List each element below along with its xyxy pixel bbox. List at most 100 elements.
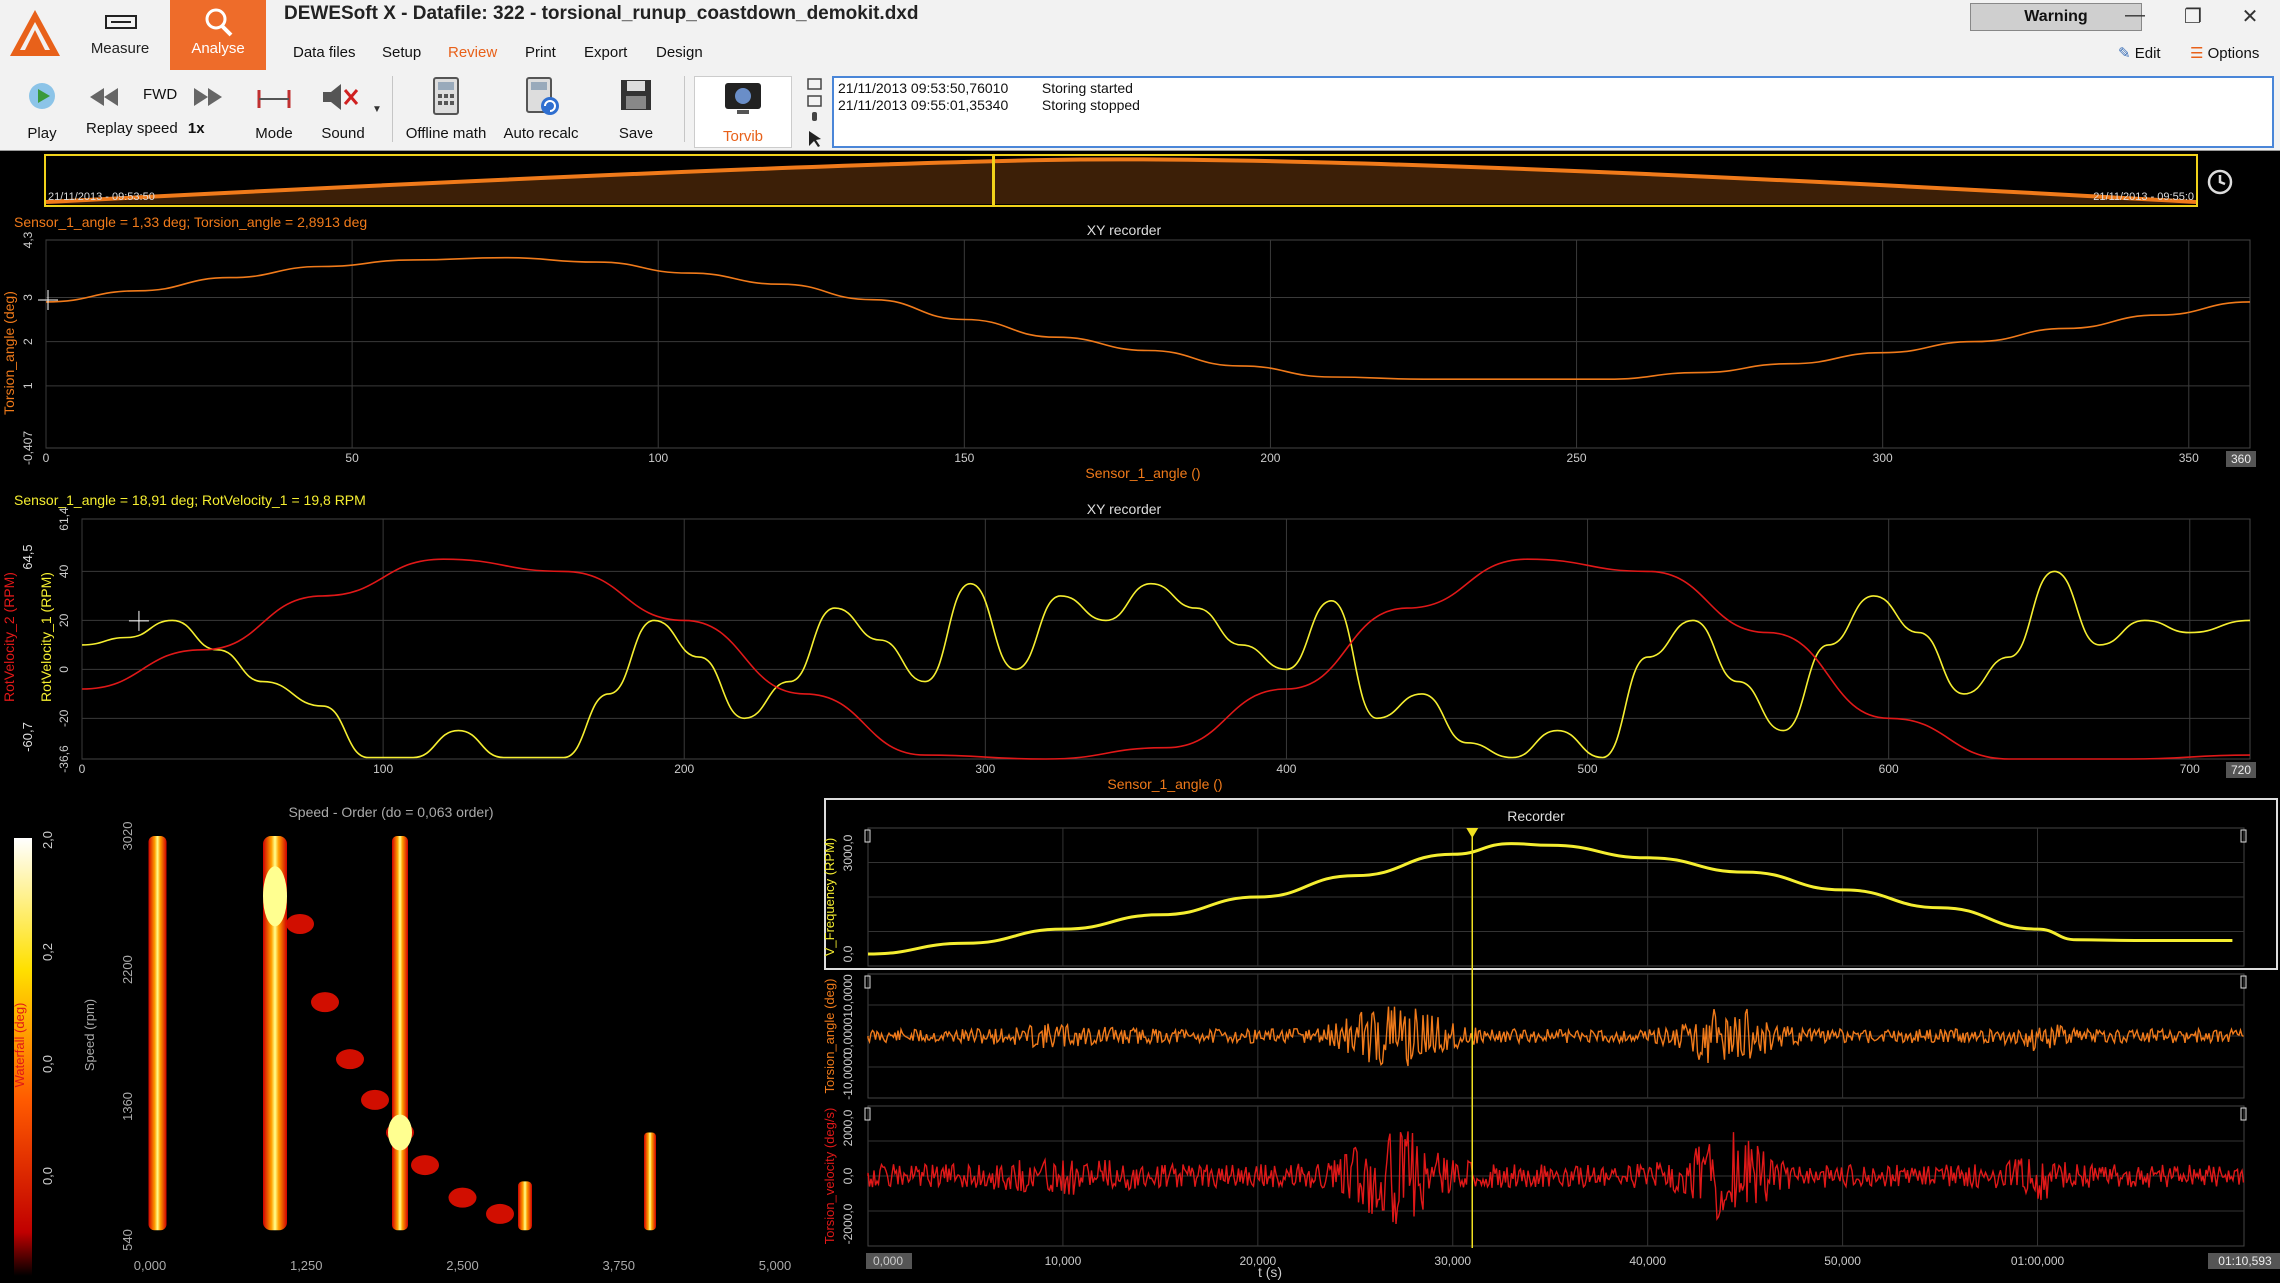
xy1-xmax-label: 360	[2231, 452, 2251, 466]
menu-setup[interactable]: Setup	[382, 44, 421, 61]
sound-button[interactable]: Sound	[313, 76, 373, 142]
auto-recalc-button[interactable]: Auto recalc	[498, 76, 584, 142]
xy2-title: XY recorder	[1087, 501, 1162, 517]
search-icon	[205, 8, 233, 37]
fwd-label: FWD	[143, 86, 178, 103]
colorbar-tick: 0,2	[40, 943, 55, 961]
sound-label: Sound	[321, 125, 365, 142]
event-log[interactable]: 21/11/2013 09:53:50,76010 Storing starte…	[832, 76, 2274, 148]
xy1-x-tick: 200	[1260, 451, 1280, 465]
recorder-y-tick: 0,0	[841, 945, 855, 962]
options-label: Options	[2207, 45, 2260, 62]
waterfall-x-tick: 2,500	[446, 1258, 479, 1273]
xy2-y-axis-label-2: RotVelocity_2 (RPM)	[1, 572, 17, 702]
sound-dropdown-icon[interactable]: ▼	[372, 104, 382, 115]
xy2-x-tick: 700	[2180, 762, 2200, 776]
clock-icon[interactable]	[2206, 168, 2234, 196]
xy1-y-tick: -0,407	[21, 431, 35, 465]
speaker-muted-icon	[323, 84, 359, 110]
colorbar-tick: 0,0	[40, 1055, 55, 1073]
xy2-x-tick: 500	[1578, 762, 1598, 776]
waterfall-colorbar-label: Waterfall (deg)	[12, 1003, 27, 1088]
waterfall-x-tick: 3,750	[602, 1258, 635, 1273]
event-tool-icons[interactable]	[806, 76, 824, 148]
options-button[interactable]: ☰ Options	[2190, 44, 2259, 62]
waterfall-y-tick: 2200	[120, 955, 135, 984]
xy1-crosshair-icon	[38, 290, 58, 310]
xy2-xmax-label: 720	[2231, 763, 2251, 777]
waterfall-resonance-band	[336, 1049, 364, 1070]
xy2-y2-tick: -60,7	[20, 722, 35, 752]
recorder-x-tick: 0,000	[873, 1254, 903, 1268]
overview-strip[interactable]: 21/11/2013 - 09:53:50 21/11/2013 - 09:55…	[44, 154, 2198, 207]
overview-end-time: 21/11/2013 - 09:55:0	[2093, 191, 2194, 203]
recorder-chart[interactable]: Recorder V_Frequency (RPM) 3000,0 0,0 Torsi…	[824, 798, 2280, 1283]
measure-mode-button[interactable]: Measure	[72, 0, 168, 70]
recorder-y-tick: -10,0000	[841, 1052, 855, 1100]
mode-button[interactable]: Mode	[248, 76, 300, 142]
menu-print[interactable]: Print	[525, 44, 556, 61]
edit-button[interactable]: ✎ Edit	[2118, 44, 2161, 62]
keyboard-icon	[105, 15, 137, 29]
offline-math-button[interactable]: Offline math	[400, 76, 492, 142]
event-tools	[806, 76, 824, 148]
overview-cursor[interactable]	[992, 156, 995, 205]
xy2-y-axis-label-1: RotVelocity_1 (RPM)	[38, 572, 54, 702]
menu-data-files[interactable]: Data files	[293, 44, 356, 61]
xy2-chart[interactable]: XY recorder 0 100 200 300 400 500 600 700 72061,…	[0, 497, 2280, 795]
overview-start-time: 21/11/2013 - 09:53:50	[48, 191, 155, 203]
xy2-y-tick: 40	[57, 564, 71, 578]
xy1-x-tick: 0	[43, 451, 50, 465]
xy1-frame	[45, 239, 2251, 449]
recorder-x-axis-label: t (s)	[1258, 1264, 1282, 1280]
menu-design[interactable]: Design	[656, 44, 703, 61]
xy2-x-axis-label: Sensor_1_angle ()	[1107, 776, 1222, 792]
recorder-x-tick: 10,000	[1045, 1254, 1082, 1268]
waterfall-order-ridge	[148, 836, 167, 1231]
xy1-x-tick: 350	[2179, 451, 2199, 465]
analyse-label: Analyse	[191, 40, 245, 57]
analyse-mode-button[interactable]: Analyse	[170, 0, 266, 70]
xy1-title: XY recorder	[1087, 222, 1162, 238]
torvib-button[interactable]: Torvib	[694, 76, 792, 148]
rewind-button[interactable]	[88, 86, 120, 113]
recorder-x-tick: 30,000	[1434, 1254, 1471, 1268]
warning-button[interactable]: Warning	[1970, 3, 2142, 31]
xy2-grid: 0 100 200 300 400 500 600 700 72061,440200-20-36…	[57, 507, 2256, 778]
menu-export[interactable]: Export	[584, 44, 627, 61]
recorder-channel-label: V_Frequency (RPM)	[824, 838, 837, 956]
waterfall-x-tick: 5,000	[759, 1258, 792, 1273]
play-button[interactable]: Play	[10, 76, 74, 142]
waterfall-hotspot	[263, 866, 287, 927]
recorder-series-frequency	[867, 842, 2233, 956]
waterfall-hotspot	[388, 1114, 412, 1151]
xy1-y-tick: 1	[21, 382, 35, 389]
waterfall-resonance-band	[311, 992, 339, 1013]
restore-icon[interactable]: ❐	[2178, 4, 2208, 29]
waterfall-resonance-band	[486, 1203, 514, 1224]
waterfall-chart[interactable]: Speed - Order (do = 0,063 order) Waterfa…	[0, 800, 810, 1283]
recorder-channel-label: Torsion_angle (deg)	[824, 979, 837, 1094]
event-text: Storing stopped	[1041, 97, 1140, 113]
event-row: 21/11/2013 09:53:50,76010 Storing starte…	[838, 80, 1133, 96]
edit-label: Edit	[2134, 45, 2161, 62]
event-time: 21/11/2013 09:55:01,35340	[838, 97, 1009, 113]
xy1-chart[interactable]: XY recorder 0 50 100 150 200 250 300 350 360 4,3 3…	[0, 218, 2280, 488]
waterfall-y-axis-label: Speed (rpm)	[82, 999, 97, 1071]
xy1-series-torsion-angle	[45, 256, 2251, 381]
minimize-icon[interactable]: —	[2120, 4, 2150, 27]
xy2-plot-area	[81, 558, 2251, 760]
torvib-monitor-icon	[725, 83, 761, 114]
xy1-x-tick: 50	[345, 451, 359, 465]
forward-button[interactable]	[192, 86, 224, 113]
close-icon[interactable]: ✕	[2235, 4, 2265, 29]
xy2-frame	[81, 518, 2251, 760]
save-button[interactable]: Save	[604, 76, 668, 142]
menu-review[interactable]: Review	[448, 44, 497, 61]
save-label: Save	[618, 125, 654, 142]
waterfall-x-tick: 1,250	[290, 1258, 323, 1273]
floppy-disk-icon	[621, 80, 651, 110]
replay-speed-control[interactable]: Replay speed 1x	[86, 120, 205, 137]
event-time: 21/11/2013 09:53:50,76010	[838, 80, 1009, 96]
xy1-x-tick: 300	[1873, 451, 1893, 465]
